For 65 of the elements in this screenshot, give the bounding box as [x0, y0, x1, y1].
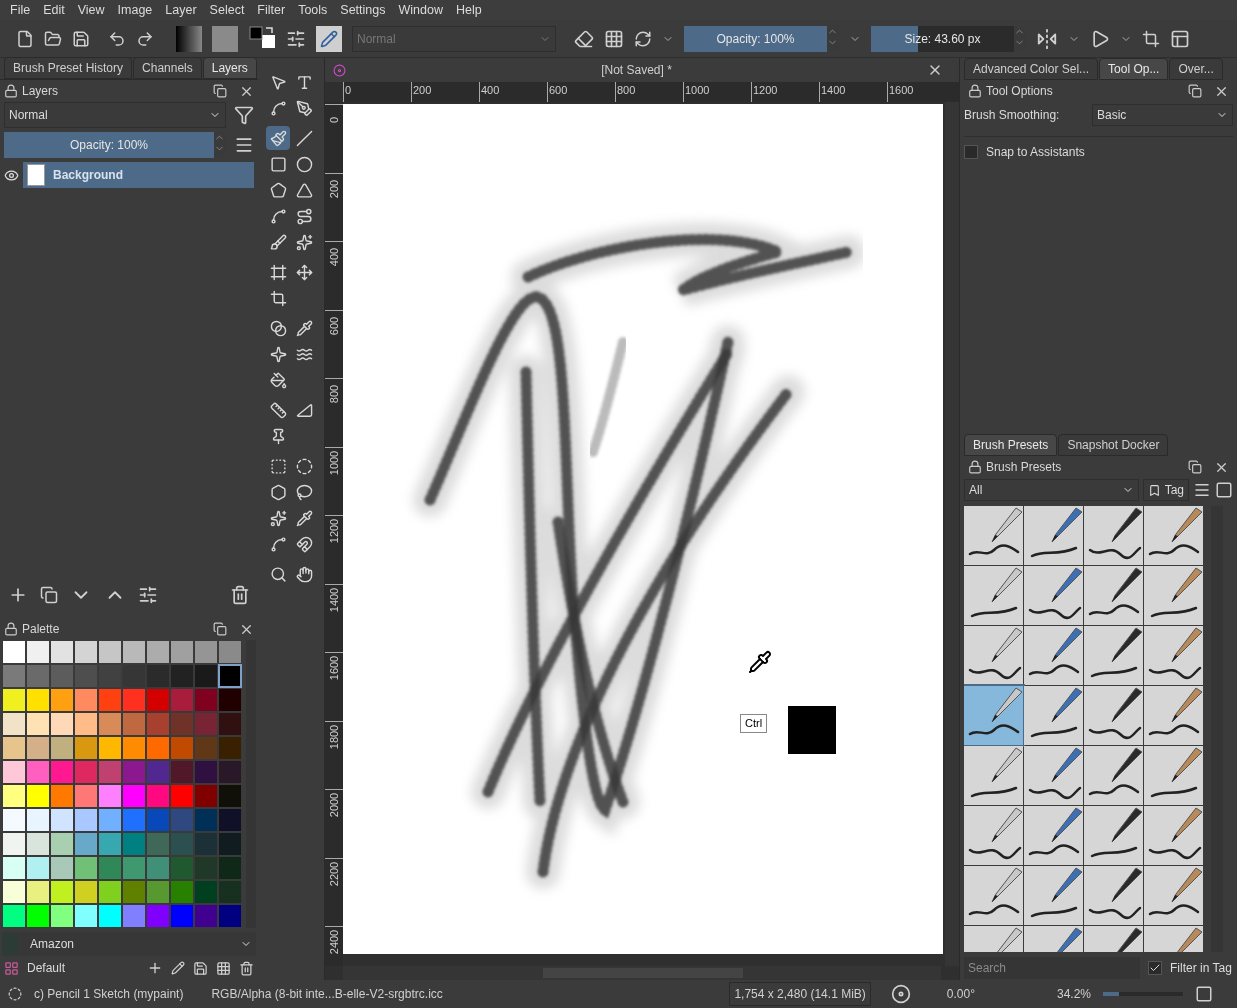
ruler-label: 400	[329, 247, 339, 267]
ruler-label: 1600	[889, 83, 914, 98]
ruler-label: 1600	[329, 655, 339, 681]
checkbox-label: Snap to Assistants	[986, 143, 1085, 161]
dock-tab[interactable]: Channels	[133, 57, 202, 79]
image-size: 1,754 x 2,480 (14.1 MiB)	[729, 982, 871, 1006]
dock-tab[interactable]: Layers	[202, 57, 257, 79]
ruler-label: 1400	[329, 587, 339, 612]
dock-tab[interactable]: Snapshot Docker	[1058, 434, 1169, 456]
ruler-label: 1800	[329, 724, 339, 749]
field-label: Brush Smoothing:	[964, 107, 1061, 124]
ruler-label: 1000	[685, 83, 710, 98]
ruler-label: 600	[549, 83, 568, 98]
menu-item[interactable]: Settings	[340, 0, 386, 20]
menu-item[interactable]: Image	[117, 0, 153, 20]
document-title: [Not Saved] *	[600, 62, 673, 79]
dock-tab[interactable]: Brush Preset History	[4, 57, 133, 79]
menu-item[interactable]: Edit	[43, 0, 65, 20]
panel-title: Tool Options	[986, 83, 1054, 100]
ruler-label: 600	[329, 316, 339, 335]
tag-filter-dropdown[interactable]: All	[964, 479, 1139, 501]
color-set-dropdown[interactable]: Amazon	[2, 932, 256, 956]
panel-title: Layers	[22, 83, 60, 100]
menu-item[interactable]: Tools	[298, 0, 328, 20]
ruler-label: 1400	[821, 83, 846, 98]
brush-name: c) Pencil 1 Sketch (mypaint)	[34, 986, 184, 1003]
opacity-slider[interactable]: Opacity: 100%	[684, 25, 827, 52]
ruler-label: 800	[329, 384, 339, 404]
layer-opacity-slider[interactable]: Opacity: 100%	[4, 132, 214, 158]
ruler-label: 0	[329, 116, 339, 124]
zoom-value: 34.2%	[1056, 986, 1091, 1003]
menu-item[interactable]: Select	[209, 0, 245, 20]
color-space: RGB/Alpha (8-bit inte...B-elle-V2-srgbtrc.icc	[211, 986, 443, 1003]
ruler-label: 1000	[329, 450, 339, 475]
menu-item[interactable]: Help	[455, 0, 482, 20]
dock-tab[interactable]: Advanced Color Sel...	[964, 58, 1099, 80]
layer-row[interactable]: Background	[23, 162, 254, 188]
panel-title: Brush Presets	[986, 459, 1063, 476]
palette-name: Default	[27, 960, 67, 977]
ruler-label: 200	[413, 83, 432, 98]
ruler-label: 0	[345, 83, 352, 98]
ruler-label: 1200	[329, 518, 339, 544]
rotation-value: 0.00°	[946, 986, 975, 1003]
ruler-label: 2400	[329, 929, 339, 955]
ruler-label: 2000	[329, 792, 339, 818]
ruler-label: 1200	[753, 83, 778, 98]
checkbox-label: Filter in Tag	[1170, 960, 1232, 977]
ruler-label: 400	[481, 83, 500, 98]
menu-item[interactable]: Window	[398, 0, 443, 20]
tag-button[interactable]: Tag	[1142, 479, 1189, 501]
smoothing-dropdown[interactable]: Basic	[1092, 104, 1233, 126]
menu-item[interactable]: View	[77, 0, 105, 20]
ruler-label: 2200	[329, 861, 339, 886]
dock-tab[interactable]: Brush Presets	[964, 434, 1058, 456]
panel-title: Palette	[22, 621, 61, 638]
search-field[interactable]: Search	[964, 957, 1140, 979]
dock-tab[interactable]: Tool Op...	[1099, 58, 1169, 80]
menu-item[interactable]: File	[10, 0, 31, 20]
ruler-label: 800	[617, 83, 636, 98]
dock-tab[interactable]: Over...	[1169, 58, 1223, 80]
ruler-label: 200	[329, 179, 339, 198]
blend-mode-dropdown[interactable]: Normal	[4, 102, 226, 128]
menu-item[interactable]: Filter	[257, 0, 286, 20]
tooltip: Ctrl	[740, 714, 768, 733]
menu-item[interactable]: Layer	[165, 0, 197, 20]
